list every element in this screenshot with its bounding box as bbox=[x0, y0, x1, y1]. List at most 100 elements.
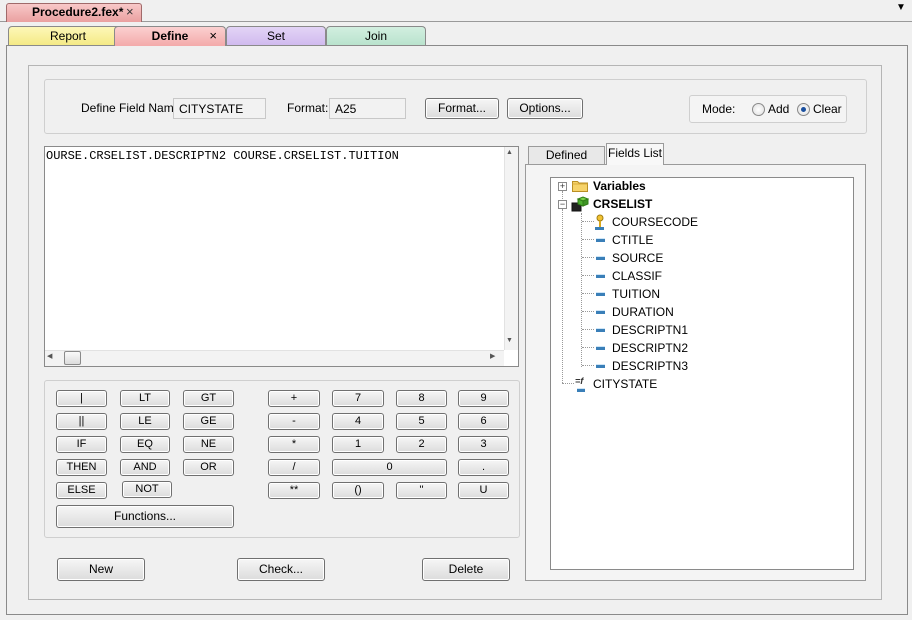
mode-add-radio[interactable] bbox=[752, 103, 765, 116]
key-7[interactable]: 7 bbox=[332, 390, 384, 407]
variables-expander[interactable]: + bbox=[558, 182, 567, 191]
vertical-scrollbar[interactable] bbox=[504, 147, 518, 350]
expression-editor[interactable] bbox=[44, 146, 519, 367]
segment-icon bbox=[571, 196, 590, 212]
mode-clear-radio[interactable] bbox=[797, 103, 810, 116]
key-8[interactable]: 8 bbox=[396, 390, 447, 407]
tab-defined-fields[interactable]: Defined Fields bbox=[528, 146, 605, 178]
new-button[interactable]: New bbox=[57, 558, 145, 581]
tree-node-variables[interactable]: Variables bbox=[593, 179, 646, 193]
field-icon bbox=[596, 256, 605, 260]
mode-label: Mode: bbox=[702, 102, 736, 116]
key-then[interactable]: THEN bbox=[56, 459, 107, 476]
tree-connector bbox=[582, 275, 594, 276]
field-icon bbox=[596, 310, 605, 314]
key-if[interactable]: IF bbox=[56, 436, 107, 453]
key-1[interactable]: 1 bbox=[332, 436, 384, 453]
key-ge[interactable]: GE bbox=[183, 413, 234, 430]
tab-set[interactable]: Set bbox=[226, 26, 326, 46]
key-4[interactable]: 4 bbox=[332, 413, 384, 430]
key-minus[interactable]: - bbox=[268, 413, 320, 430]
format-button[interactable]: Format... bbox=[425, 98, 499, 119]
field-icon bbox=[596, 346, 605, 350]
folder-icon bbox=[572, 180, 588, 192]
tree-field-classif[interactable]: CLASSIF bbox=[612, 269, 662, 283]
fields-tree bbox=[550, 177, 854, 570]
tab-join[interactable]: Join bbox=[326, 26, 426, 46]
tab-define[interactable]: Define × bbox=[114, 26, 226, 46]
tree-field-ctitle[interactable]: CTITLE bbox=[612, 233, 653, 247]
format-input[interactable]: A25 bbox=[329, 98, 406, 119]
key-not[interactable]: NOT bbox=[122, 481, 172, 498]
key-9[interactable]: 9 bbox=[458, 390, 509, 407]
key-u[interactable]: U bbox=[458, 482, 509, 499]
key-divide[interactable]: / bbox=[268, 459, 320, 476]
tree-field-duration[interactable]: DURATION bbox=[612, 305, 674, 319]
key-3[interactable]: 3 bbox=[458, 436, 509, 453]
check-button[interactable]: Check... bbox=[237, 558, 325, 581]
expression-text[interactable]: OURSE.CRSELIST.DESCRIPTN2 COURSE.CRSELIS… bbox=[46, 149, 399, 163]
key-le[interactable]: LE bbox=[120, 413, 170, 430]
close-icon[interactable]: × bbox=[209, 27, 217, 45]
key-quotes[interactable]: '' bbox=[396, 482, 447, 499]
scroll-thumb[interactable] bbox=[64, 351, 81, 365]
key-multiply[interactable]: * bbox=[268, 436, 320, 453]
scroll-right-icon[interactable]: ▶ bbox=[490, 352, 495, 360]
tree-field-descriptn3[interactable]: DESCRIPTN3 bbox=[612, 359, 688, 373]
field-icon bbox=[596, 328, 605, 332]
tree-field-coursecode[interactable]: COURSECODE bbox=[612, 215, 698, 229]
tree-node-crselist[interactable]: CRSELIST bbox=[593, 197, 652, 211]
key-power[interactable]: ** bbox=[268, 482, 320, 499]
scroll-down-icon[interactable]: ▼ bbox=[506, 337, 513, 344]
tab-report[interactable]: Report bbox=[8, 26, 128, 46]
mode-clear-label[interactable]: Clear bbox=[813, 102, 842, 116]
tree-connector bbox=[562, 383, 574, 384]
key-field-icon bbox=[595, 214, 605, 230]
tree-field-source[interactable]: SOURCE bbox=[612, 251, 663, 265]
tree-connector bbox=[562, 209, 563, 383]
key-5[interactable]: 5 bbox=[396, 413, 447, 430]
field-icon bbox=[596, 274, 605, 278]
scroll-left-icon[interactable]: ◀ bbox=[47, 352, 52, 360]
key-concat[interactable]: || bbox=[56, 413, 107, 430]
key-2[interactable]: 2 bbox=[396, 436, 447, 453]
key-or[interactable]: OR bbox=[183, 459, 234, 476]
key-gt[interactable]: GT bbox=[183, 390, 234, 407]
tree-field-descriptn2[interactable]: DESCRIPTN2 bbox=[612, 341, 688, 355]
close-icon[interactable]: × bbox=[126, 4, 134, 19]
field-name-input[interactable]: CITYSTATE bbox=[173, 98, 266, 119]
tree-field-descriptn1[interactable]: DESCRIPTN1 bbox=[612, 323, 688, 337]
scroll-up-icon[interactable]: ▲ bbox=[506, 149, 513, 156]
tree-connector bbox=[582, 293, 594, 294]
field-icon bbox=[596, 364, 605, 368]
document-tab-title: Procedure2.fex* bbox=[32, 5, 124, 19]
key-0[interactable]: 0 bbox=[332, 459, 447, 476]
tree-connector bbox=[582, 257, 594, 258]
tree-field-citystate[interactable]: CITYSTATE bbox=[593, 377, 657, 391]
tree-connector bbox=[582, 221, 594, 222]
key-parentheses[interactable]: () bbox=[332, 482, 384, 499]
format-label: Format: bbox=[287, 101, 329, 115]
key-6[interactable]: 6 bbox=[458, 413, 509, 430]
tree-connector bbox=[582, 311, 594, 312]
key-decimal[interactable]: . bbox=[458, 459, 509, 476]
crselist-expander[interactable]: − bbox=[558, 200, 567, 209]
tab-fields-list[interactable]: Fields List bbox=[606, 143, 664, 165]
key-or-bar[interactable]: | bbox=[56, 390, 107, 407]
chevron-down-icon[interactable]: ▼ bbox=[896, 2, 906, 13]
mode-add-label[interactable]: Add bbox=[768, 102, 789, 116]
key-eq[interactable]: EQ bbox=[120, 436, 170, 453]
key-plus[interactable]: + bbox=[268, 390, 320, 407]
functions-button[interactable]: Functions... bbox=[56, 505, 234, 528]
tree-connector bbox=[582, 365, 594, 366]
key-else[interactable]: ELSE bbox=[56, 482, 107, 499]
horizontal-scrollbar[interactable] bbox=[45, 350, 504, 366]
tab-label: Define bbox=[151, 29, 189, 43]
key-lt[interactable]: LT bbox=[120, 390, 170, 407]
options-button[interactable]: Options... bbox=[507, 98, 583, 119]
delete-button[interactable]: Delete bbox=[422, 558, 510, 581]
tab-label: Join bbox=[364, 29, 387, 43]
key-and[interactable]: AND bbox=[120, 459, 170, 476]
tree-field-tuition[interactable]: TUITION bbox=[612, 287, 660, 301]
key-ne[interactable]: NE bbox=[183, 436, 234, 453]
